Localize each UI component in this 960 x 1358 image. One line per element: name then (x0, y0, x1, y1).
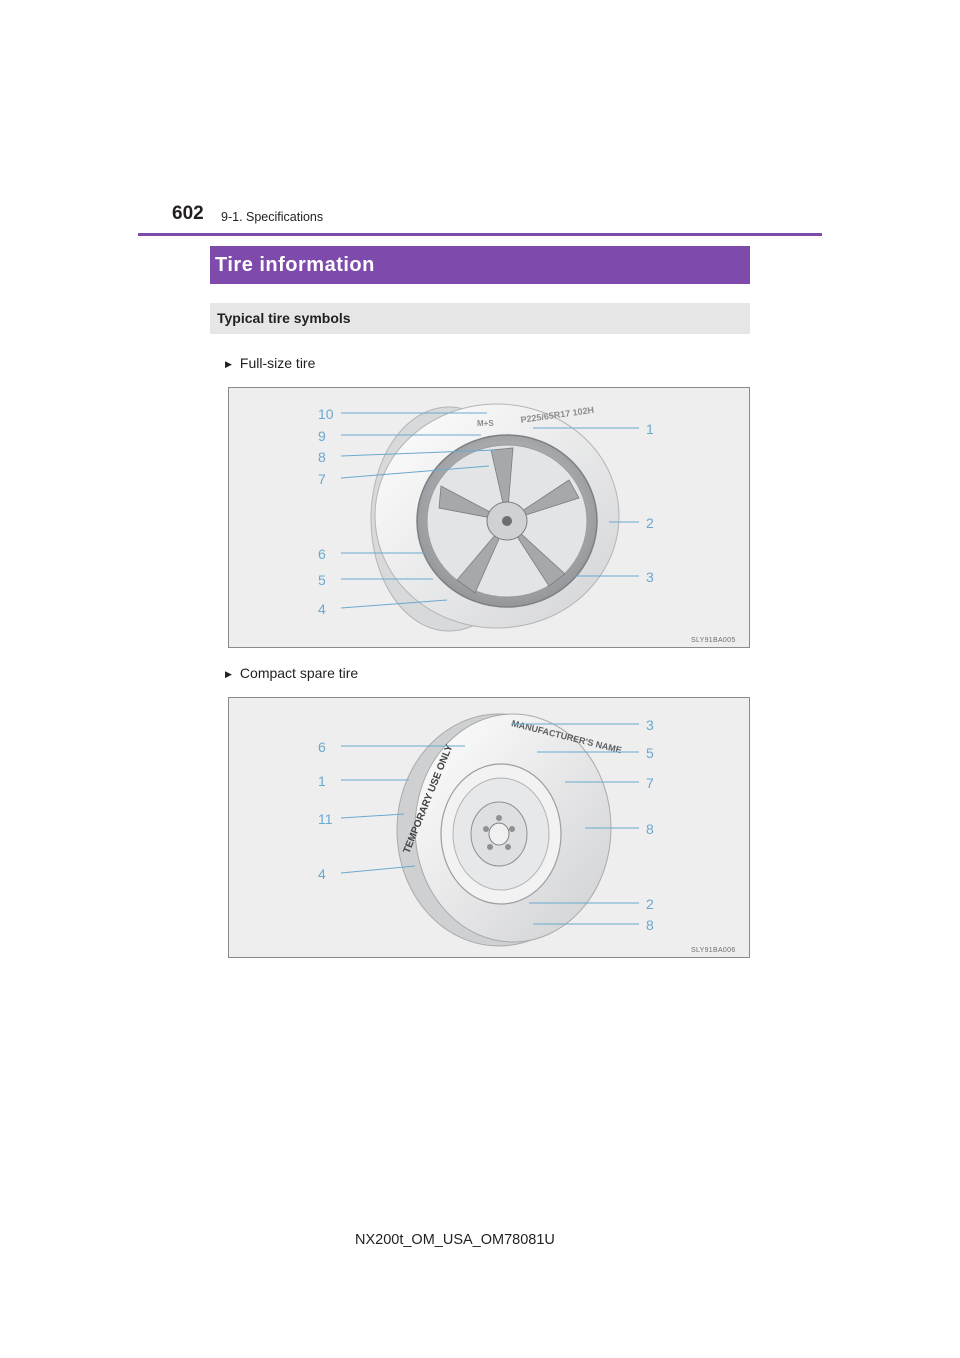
callout-7: 7 (318, 471, 326, 487)
callout-9: 9 (318, 428, 326, 444)
figure-id: SLY91BA006 (691, 947, 736, 954)
callout-10: 10 (318, 406, 334, 422)
figure-id: SLY91BA005 (691, 637, 736, 644)
page-title: Tire information (210, 246, 750, 284)
ms-marking: M+S (477, 419, 494, 428)
callout-2: 2 (646, 896, 654, 912)
callout-8: 8 (318, 449, 326, 465)
header-rule (138, 233, 822, 236)
callout-3: 3 (646, 569, 654, 585)
callout-3: 3 (646, 717, 654, 733)
bullet-triangle-icon: ▶ (225, 669, 232, 679)
callout-5: 5 (646, 745, 654, 761)
callout-1: 1 (646, 421, 654, 437)
compact-spare-tire-illustration: TEMPORARY USE ONLY MANUFACTURER'S NAME 6… (318, 713, 736, 954)
subsection-title: Typical tire symbols (210, 303, 750, 334)
callout-8b: 8 (646, 917, 654, 933)
figure-caption-compact-spare: ▶ Compact spare tire (225, 665, 359, 681)
page-number: 602 (172, 203, 204, 224)
callout-2: 2 (646, 515, 654, 531)
callout-4: 4 (318, 866, 326, 882)
full-size-tire-figure: P225/65R17 102H M+S 10 9 8 7 6 5 4 1 2 3… (228, 387, 750, 648)
callout-7: 7 (646, 775, 654, 791)
full-size-tire-illustration: P225/65R17 102H M+S 10 9 8 7 6 5 4 1 2 3… (318, 403, 736, 644)
figure-caption-full-size: ▶ Full-size tire (225, 355, 316, 371)
callout-11: 11 (318, 811, 333, 827)
callout-6: 6 (318, 546, 326, 562)
callout-5: 5 (318, 572, 326, 588)
section-title: 9-1. Specifications (221, 210, 324, 224)
footer-document-code: NX200t_OM_USA_OM78081U (355, 1232, 555, 1248)
callout-4: 4 (318, 601, 326, 617)
bullet-triangle-icon: ▶ (225, 359, 232, 369)
callout-1: 1 (318, 773, 326, 789)
compact-spare-tire-figure: TEMPORARY USE ONLY MANUFACTURER'S NAME 6… (228, 697, 750, 958)
callout-6: 6 (318, 739, 326, 755)
callout-8: 8 (646, 821, 654, 837)
